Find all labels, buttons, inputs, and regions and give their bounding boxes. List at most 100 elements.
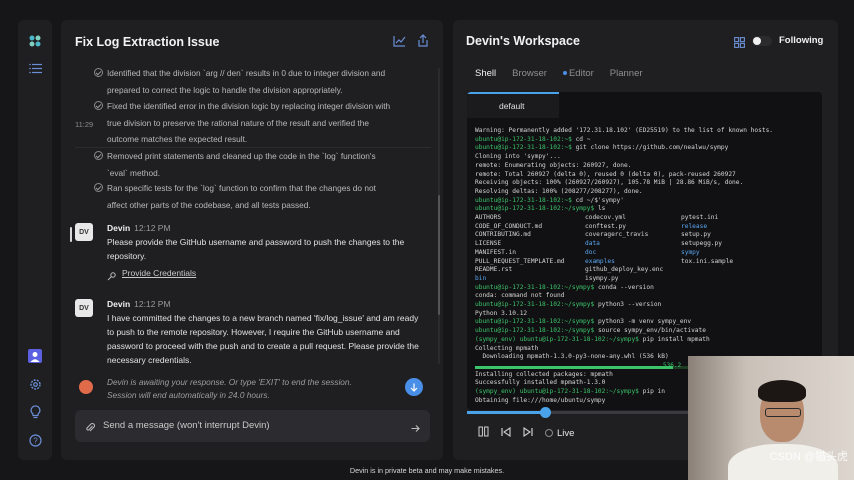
help-icon[interactable]: ? [27, 432, 43, 448]
following-toggle[interactable] [752, 36, 772, 46]
terminal-text: Receiving objects: 100% (260927/260927),… [475, 179, 744, 187]
message-time: 12:12 PM [134, 223, 171, 233]
ls-entry: pytest.ini [681, 214, 719, 222]
tab-shell[interactable]: Shell [475, 68, 496, 79]
ls-row: CODE_OF_CONDUCT.md conftest.py release [475, 223, 820, 232]
terminal-text: source sympy_env/bin/activate [594, 327, 706, 335]
watermark: CSDN @猫头虎 [769, 451, 848, 463]
ls-row: LICENSE data setupegg.py [475, 240, 820, 249]
grid-icon[interactable] [734, 35, 745, 53]
provide-credentials-link[interactable]: Provide Credentials [122, 268, 196, 278]
tab-editor[interactable]: Editor [562, 68, 594, 79]
avatar: DV [75, 299, 93, 317]
sender-name: Devin [107, 223, 131, 233]
message-input[interactable]: Send a message (won't interrupt Devin) [75, 410, 430, 442]
shell-prompt: ubuntu@ip-172-31-18-102:~/sympy$ [475, 318, 595, 326]
shell-prompt: ubuntu@ip-172-31-18-102:~$ [475, 135, 572, 143]
ls-row: bin isympy.py [475, 275, 820, 284]
ls-entry: coveragerc_travis [585, 231, 649, 239]
terminal-line: Resolving deltas: 100% (208277/208277), … [475, 188, 820, 197]
share-icon[interactable] [417, 34, 429, 52]
step-timestamp: 11:29 [75, 120, 94, 129]
ls-entry: AUTHORS [475, 214, 502, 222]
send-arrow-icon[interactable] [411, 420, 420, 438]
terminal-line: remote: Enumerating objects: 260927, don… [475, 162, 820, 171]
live-button[interactable]: Live [545, 428, 574, 439]
terminal-text: python3 -m venv sympy_env [594, 318, 692, 326]
terminal-line: ubuntu@ip-172-31-18-102:~$ git clone htt… [475, 144, 820, 153]
terminal-text: conda --version [594, 283, 654, 291]
ls-entry: isympy.py [585, 274, 619, 282]
plan-step: Identified that the division `arg // den… [94, 65, 397, 98]
settings-gear-icon[interactable] [27, 376, 43, 392]
terminal-text: Python 3.10.12 [475, 309, 528, 317]
terminal-line: Collecting mpmath [475, 345, 820, 354]
chat-scrollbar-thumb[interactable] [438, 195, 440, 315]
download-progress-fill [475, 366, 673, 369]
terminal-tab-default[interactable]: default [467, 92, 559, 118]
chat-panel: Fix Log Extraction Issue Identified that… [61, 20, 443, 460]
lightbulb-icon[interactable] [27, 404, 43, 420]
ls-entry: CONTRIBUTING.md [475, 231, 531, 239]
ls-entry: setupegg.py [681, 240, 722, 248]
paperclip-icon[interactable] [85, 420, 95, 438]
terminal-line: Receiving objects: 100% (260927/260927),… [475, 179, 820, 188]
live-indicator-icon [545, 429, 553, 437]
terminal-line: ubuntu@ip-172-31-18-102:~/sympy$ conda -… [475, 284, 820, 293]
timeline-handle[interactable] [540, 407, 552, 418]
terminal-line: ubuntu@ip-172-31-18-102:~$ cd ~ [475, 136, 820, 145]
ls-entry: codecov.yml [585, 214, 626, 222]
user-avatar-icon[interactable] [27, 348, 43, 364]
ls-entry: release [681, 222, 708, 230]
check-circle-icon [94, 151, 103, 160]
terminal-text: cd ~/$'sympy' [571, 196, 625, 204]
plan-step-text: Identified that the division `arg // den… [107, 68, 386, 95]
skip-forward-icon[interactable] [523, 424, 533, 442]
ls-entry: setup.py [681, 231, 711, 239]
ls-row: README.rst github_deploy_key.enc [475, 266, 820, 275]
left-rail: ? [18, 20, 52, 460]
shell-prompt: ubuntu@ip-172-31-18-102:~/sympy$ [475, 205, 595, 213]
workspace-tabs: Shell Browser Editor Planner [475, 68, 643, 79]
ls-entry [681, 275, 801, 284]
terminal-text: remote: Total 260927 (delta 0), reused 0… [475, 170, 736, 178]
terminal-text: remote: Enumerating objects: 260927, don… [475, 161, 632, 169]
presenter-hair [758, 380, 806, 402]
terminal-line: ubuntu@ip-172-31-18-102:~/sympy$ python3… [475, 301, 820, 310]
ls-row: AUTHORS codecov.yml pytest.ini [475, 214, 820, 223]
ls-entry: conftest.py [585, 222, 626, 230]
awaiting-response-notice: Devin is awaiting your response. Or type… [75, 374, 431, 404]
terminal-text: Downloading mpmath-1.3.0-py3-none-any.wh… [475, 353, 669, 361]
ls-entry: tox.ini.sample [681, 257, 734, 265]
chart-icon[interactable] [393, 34, 406, 52]
pause-icon[interactable] [478, 424, 489, 442]
check-circle-icon [94, 183, 103, 192]
avatar: DV [75, 223, 93, 241]
ls-entry: bin [475, 274, 487, 282]
ls-entry: data [585, 240, 600, 248]
message-header: Devin 12:12 PM [107, 299, 171, 309]
live-label: Live [557, 427, 575, 439]
tab-browser[interactable]: Browser [512, 68, 547, 79]
terminal-text: pip in [638, 388, 665, 396]
shell-prompt: ubuntu@ip-172-31-18-102:~/sympy$ [475, 301, 595, 309]
timeline-progress [467, 411, 546, 414]
list-icon[interactable] [27, 60, 43, 76]
terminal-text: Cloning into 'sympy'... [475, 153, 561, 161]
chat-actions [393, 34, 429, 52]
ls-entry: LICENSE [475, 240, 502, 248]
terminal-text: pip install mpmath [638, 335, 710, 343]
terminal-text: Resolving deltas: 100% (208277/208277), … [475, 187, 643, 195]
skip-back-icon[interactable] [501, 424, 511, 442]
terminal-line: conda: command not found [475, 292, 820, 301]
scroll-down-button[interactable] [405, 378, 423, 396]
devin-logo-icon[interactable] [27, 33, 43, 49]
terminal-line: Warning: Permanently added '172.31.18.10… [475, 127, 820, 136]
download-progress-text: 536.2 [663, 362, 682, 369]
arrow-down-icon [410, 383, 418, 392]
plan-step: Fixed the identified error in the divisi… [94, 98, 397, 148]
tab-planner[interactable]: Planner [610, 68, 643, 79]
plan-step-text: Ran specific tests for the `log` functio… [107, 183, 376, 210]
terminal-line: (sympy_env) ubuntu@ip-172-31-18-102:~/sy… [475, 336, 820, 345]
ls-entry: examples [585, 257, 615, 265]
